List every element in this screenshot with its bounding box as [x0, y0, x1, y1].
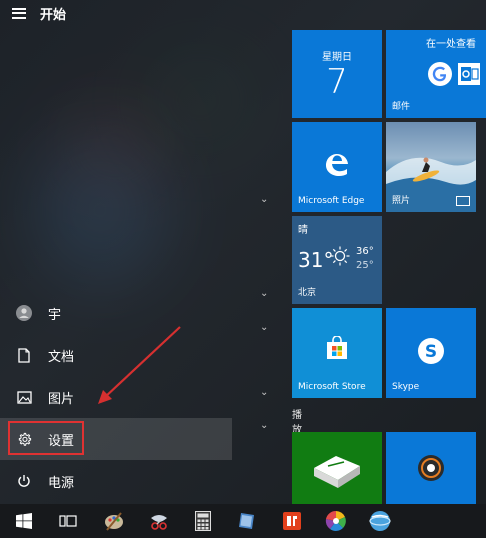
left-rail: 宇 文档 图片 设置 电源: [0, 292, 232, 502]
color-wheel-icon: [325, 510, 346, 531]
store-label: Microsoft Store: [298, 382, 366, 392]
calculator-button[interactable]: [189, 507, 217, 535]
weather-high: 36°: [356, 246, 374, 257]
weather-condition: 晴: [298, 225, 308, 236]
rail-item-settings[interactable]: 设置: [0, 418, 232, 460]
start-button[interactable]: [10, 507, 38, 535]
office-app-button[interactable]: [278, 507, 306, 535]
chevron-down-icon[interactable]: ⌄: [260, 194, 268, 205]
power-icon: [16, 473, 32, 489]
windows-logo-icon: [16, 513, 32, 529]
mail-label: 邮件: [392, 102, 411, 112]
picture-icon: [16, 389, 32, 405]
user-avatar-icon: [16, 305, 32, 321]
rail-item-pictures-label: 图片: [48, 391, 75, 407]
notebook-icon: [239, 513, 254, 529]
chevron-down-icon[interactable]: ⌄: [260, 387, 268, 398]
photos-label: 照片: [392, 196, 411, 206]
task-view-icon: [59, 515, 77, 527]
rail-item-user-label: 宇: [48, 307, 62, 323]
document-icon: [16, 347, 32, 363]
calendar-tile[interactable]: 星期日 7: [292, 30, 382, 118]
paint-palette-icon: [105, 512, 123, 531]
paint-app-button[interactable]: [100, 507, 128, 535]
calendar-day: 7: [326, 62, 348, 102]
svg-text:S: S: [425, 342, 437, 362]
calculator-icon: [195, 511, 211, 531]
app-list-chevrons: ⌄ ⌄ ⌄ ⌄ ⌄: [258, 0, 274, 504]
settings-highlight-box: [8, 421, 84, 455]
edge-logo-icon: [325, 153, 348, 176]
xbox-console-icon: [314, 456, 360, 488]
groove-music-tile[interactable]: [386, 432, 476, 504]
menu-title: 开始: [40, 7, 67, 23]
edge-tile[interactable]: Microsoft Edge: [292, 122, 382, 212]
taskbar: [0, 504, 486, 538]
store-bag-icon: [327, 336, 347, 359]
groove-music-icon: [418, 455, 444, 481]
chevron-down-icon[interactable]: ⌄: [260, 322, 268, 333]
rail-item-documents[interactable]: 文档: [0, 334, 232, 376]
mail-tile[interactable]: 在一处查看 邮件: [386, 30, 486, 118]
skype-label: Skype: [392, 382, 420, 392]
start-menu: 开始 宇 文档 图片 设置 电源 ⌄ ⌄ ⌄ ⌄ ⌄ 星期日 7 在一处查看 邮…: [0, 0, 486, 504]
weather-temp: 31°: [298, 248, 334, 272]
rail-item-user[interactable]: 宇: [0, 292, 232, 334]
notes-app-button[interactable]: [233, 507, 261, 535]
photos-app-icon: [456, 196, 470, 206]
outlook-icon: [458, 63, 480, 85]
edge-label: Microsoft Edge: [298, 196, 365, 206]
snipping-tool-button[interactable]: [145, 507, 173, 535]
chevron-down-icon[interactable]: ⌄: [260, 420, 268, 431]
rail-item-documents-label: 文档: [48, 349, 75, 365]
sun-icon: [330, 246, 350, 266]
calendar-weekday: 星期日: [322, 52, 352, 63]
rail-item-pictures[interactable]: 图片: [0, 376, 232, 418]
photos-tile[interactable]: 照片: [386, 122, 476, 212]
weather-tile[interactable]: 晴 31° 36° 25° 北京: [292, 216, 382, 304]
chevron-down-icon[interactable]: ⌄: [260, 288, 268, 299]
photo-app-button[interactable]: [322, 507, 350, 535]
start-menu-header[interactable]: 开始: [12, 2, 66, 24]
rail-item-power-label: 电源: [48, 475, 75, 491]
weather-city: 北京: [298, 288, 317, 298]
hamburger-icon[interactable]: [12, 7, 26, 19]
globe-browser-icon: [369, 511, 391, 531]
rail-item-power[interactable]: 电源: [0, 460, 232, 502]
browser-button[interactable]: [366, 507, 394, 535]
weather-low: 25°: [356, 260, 374, 271]
google-icon: [428, 62, 452, 86]
xbox-tile[interactable]: [292, 432, 382, 504]
skype-tile[interactable]: S Skype: [386, 308, 476, 398]
office-icon: [283, 512, 301, 530]
mail-header: 在一处查看: [426, 39, 476, 50]
store-tile[interactable]: Microsoft Store: [292, 308, 382, 398]
snipping-tool-icon: [151, 515, 167, 530]
task-view-button[interactable]: [54, 507, 82, 535]
skype-logo-icon: S: [418, 338, 444, 364]
